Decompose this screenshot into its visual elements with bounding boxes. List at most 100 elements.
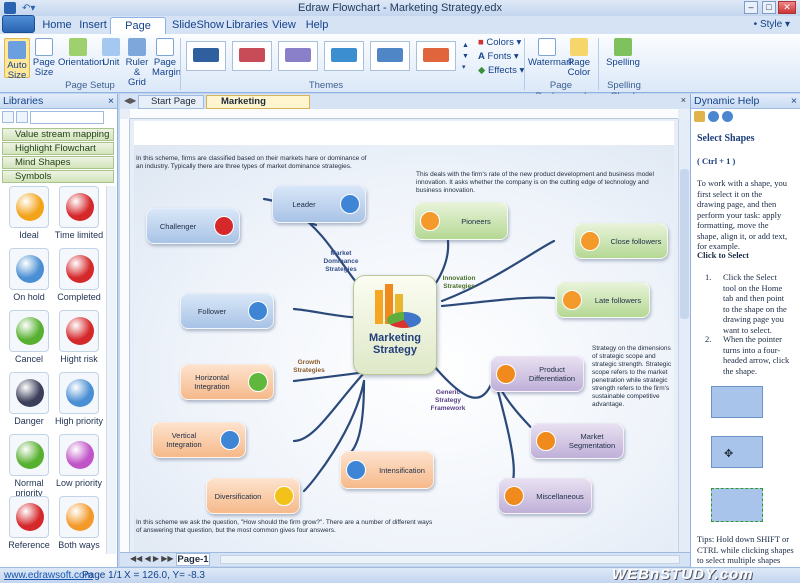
application-menu-button[interactable] xyxy=(2,15,35,33)
tab-start-page[interactable]: Start Page xyxy=(138,95,204,109)
cursor-coordinates: X = 126.0, Y= -8.3 xyxy=(124,570,205,581)
node-pioneers[interactable]: Pioneers xyxy=(414,202,508,240)
theme-swatch-2[interactable] xyxy=(232,41,272,71)
symbol-box xyxy=(9,434,49,476)
tab-insert[interactable]: Insert xyxy=(78,17,108,34)
node-close-followers[interactable]: Close followers xyxy=(574,223,668,259)
close-document-icon[interactable]: × xyxy=(681,95,686,105)
node-vertical-integration[interactable]: Vertical Integration xyxy=(152,422,246,458)
start-page-label: Start Page xyxy=(151,96,196,107)
page-size-button[interactable]: Page Size xyxy=(32,38,56,78)
symbol-box xyxy=(59,186,99,228)
library-category-mind-shapes[interactable]: Mind Shapes xyxy=(2,156,114,169)
symbol-label: Time limited xyxy=(54,230,104,240)
tab-marketing-strategy[interactable]: Marketing Strategy.edx xyxy=(206,95,310,119)
pane-close-icon[interactable]: × xyxy=(791,94,800,109)
help-shortcut: ( Ctrl + 1 ) xyxy=(697,156,736,166)
back-icon[interactable] xyxy=(708,111,719,122)
symbol-item[interactable]: Hight risk xyxy=(54,310,104,372)
canvas-vertical-scrollbar[interactable] xyxy=(678,119,690,552)
help-tips: Tips: Hold down SHIFT or CTRL while clic… xyxy=(697,534,794,565)
themes-scroll-arrows[interactable]: ▲ ▼ ▾ xyxy=(462,40,470,74)
library-scrollbar[interactable] xyxy=(106,186,116,554)
alarm-clock-icon xyxy=(66,193,94,221)
home-icon[interactable] xyxy=(694,111,705,122)
page-color-button[interactable]: Page Color xyxy=(566,38,592,78)
symbol-item[interactable]: Ideal xyxy=(4,186,54,248)
library-category-value-stream[interactable]: Value stream mapping xyxy=(2,128,114,141)
node-challenger-label: Challenger xyxy=(159,221,197,231)
theme-swatch-4[interactable] xyxy=(324,41,364,71)
node-horizontal-integration[interactable]: Horizontal Integration xyxy=(180,364,274,400)
quick-access-undo-icon[interactable]: ↶▾ xyxy=(22,3,35,14)
node-market-segmentation-label: Market Segmentation xyxy=(568,432,616,450)
maximize-icon[interactable]: □ xyxy=(762,1,776,14)
symbol-item[interactable]: Reference xyxy=(4,496,54,558)
tab-page-layout[interactable]: Page Layout xyxy=(110,17,166,48)
website-link[interactable]: www.edrawsoft.com xyxy=(4,568,93,583)
page-margin-button[interactable]: Page Margin xyxy=(152,38,181,78)
minimize-icon[interactable]: – xyxy=(744,1,758,14)
node-product-differentiation[interactable]: Product Differentiation xyxy=(490,356,584,392)
node-market-segmentation[interactable]: Market Segmentation xyxy=(530,423,624,459)
symbol-item[interactable]: Both ways xyxy=(54,496,104,558)
node-challenger[interactable]: Challenger xyxy=(146,208,240,244)
symbol-item[interactable]: On hold xyxy=(4,248,54,310)
symbol-item[interactable]: High priority xyxy=(54,372,104,434)
library-search-input[interactable] xyxy=(30,111,104,124)
help-step1-number: 1. xyxy=(705,272,712,282)
library-category-highlight-flowchart[interactable]: Highlight Flowchart Shapes xyxy=(2,142,114,166)
symbol-item[interactable]: Completed xyxy=(54,248,104,310)
page-tab-1[interactable]: Page-1 xyxy=(176,553,210,566)
orientation-button[interactable]: Orientation xyxy=(58,38,104,68)
symbol-item[interactable]: Time limited xyxy=(54,186,104,248)
tab-scroll-arrows[interactable]: ◀▶ xyxy=(124,96,136,105)
node-miscellaneous-label: Miscellaneous xyxy=(536,491,584,501)
node-late-followers[interactable]: Late followers xyxy=(556,282,650,318)
node-leader[interactable]: Leader xyxy=(272,185,366,223)
down-arrow-icon xyxy=(66,255,94,283)
node-miscellaneous[interactable]: Miscellaneous xyxy=(498,478,592,514)
branch-label-innovation: Innovation Strategies xyxy=(442,275,476,290)
symbol-item[interactable]: Low priority xyxy=(54,434,104,496)
symbol-item[interactable]: Danger xyxy=(4,372,54,434)
tab-libraries[interactable]: Libraries xyxy=(226,17,268,34)
symbol-item[interactable]: Normal priority xyxy=(4,434,54,498)
page-nav-arrows[interactable]: ◀◀ ◀ ▶ ▶▶ xyxy=(130,554,174,563)
library-open-icon[interactable] xyxy=(16,111,28,123)
node-follower[interactable]: Follower xyxy=(180,293,274,329)
center-node[interactable]: Marketing Strategy xyxy=(353,275,437,375)
fonts-button[interactable]: A Fonts ▾ xyxy=(478,52,519,62)
library-category-symbols[interactable]: Symbols xyxy=(2,170,114,183)
colors-button[interactable]: ■ Colors ▾ xyxy=(478,38,521,48)
pane-close-icon[interactable]: × xyxy=(108,94,117,109)
help-illustration-selected xyxy=(711,488,763,522)
horizontal-scrollbar[interactable] xyxy=(220,555,680,564)
theme-swatch-5[interactable] xyxy=(370,41,410,71)
effects-button[interactable]: ◆ Effects ▾ xyxy=(478,66,524,76)
tab-home[interactable]: Home xyxy=(38,17,76,34)
symbol-box xyxy=(9,372,49,414)
pioneers-icon xyxy=(420,211,440,231)
spelling-button[interactable]: Spelling xyxy=(606,38,640,68)
theme-swatch-6[interactable] xyxy=(416,41,456,71)
auto-size-icon xyxy=(8,41,26,59)
style-menu[interactable]: • Style ▾ xyxy=(754,19,790,30)
symbol-item[interactable]: Cancel xyxy=(4,310,54,372)
library-folder-icon[interactable] xyxy=(2,111,14,123)
drawing-page[interactable]: In this scheme, firms are classified bas… xyxy=(134,121,674,552)
forward-icon[interactable] xyxy=(722,111,733,122)
tab-view[interactable]: View xyxy=(270,17,298,34)
node-diversification[interactable]: Diversification xyxy=(206,478,300,514)
auto-size-button[interactable]: Auto Size xyxy=(4,38,30,81)
watermark-button[interactable]: Watermark xyxy=(528,38,574,68)
tab-slideshow[interactable]: SlideShow xyxy=(172,17,224,34)
close-icon[interactable]: ✕ xyxy=(778,1,796,14)
node-intensification[interactable]: Intensification xyxy=(340,451,434,489)
four-headed-arrow-icon: ✥ xyxy=(724,448,734,460)
unit-button[interactable]: Unit xyxy=(100,38,122,68)
theme-swatch-1[interactable] xyxy=(186,41,226,71)
scroll-thumb[interactable] xyxy=(680,169,689,319)
theme-swatch-3[interactable] xyxy=(278,41,318,71)
tab-help[interactable]: Help xyxy=(304,17,330,34)
